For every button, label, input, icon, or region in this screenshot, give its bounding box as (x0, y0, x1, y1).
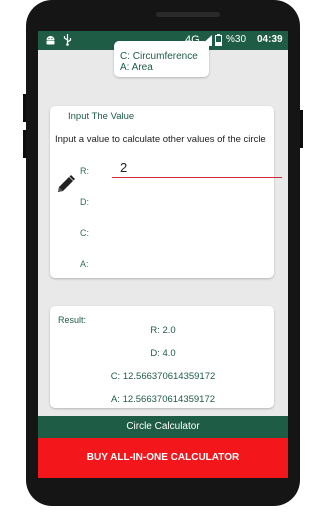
earpiece-speaker (156, 12, 220, 17)
area-input[interactable] (112, 251, 282, 271)
diameter-label: D: (80, 197, 89, 207)
diameter-input[interactable] (112, 189, 282, 209)
volume-down-button (23, 130, 26, 158)
result-radius: R: 2.0 (150, 325, 176, 336)
result-area: A: 12.566370614359172 (110, 394, 216, 405)
volume-up-button (23, 94, 26, 122)
pencil-icon[interactable] (56, 174, 76, 199)
radius-input[interactable]: 2 (112, 158, 282, 178)
power-button (300, 110, 303, 148)
radius-label: R: (80, 166, 89, 176)
legend-circumference: C: Circumference (120, 51, 198, 62)
area-label: A: (80, 259, 89, 269)
battery-percent: %30 (226, 34, 247, 45)
legend-area: A: Area (120, 62, 153, 73)
circumference-input[interactable] (112, 220, 282, 240)
result-circumference: C: 12.566370614359172 (110, 371, 216, 382)
result-title: Result: (58, 315, 87, 325)
input-card: Input The Value Input a value to calcula… (50, 106, 282, 278)
input-instruction: Input a value to calculate other values … (55, 134, 266, 145)
input-section-title: Input The Value (68, 111, 135, 122)
app-screen: 4G %30 04:39 C: Circumference A: Area In… (38, 31, 288, 478)
circle-calculator-button[interactable]: Circle Calculator (38, 416, 288, 438)
result-diameter: D: 4.0 (150, 348, 176, 359)
clock: 04:39 (257, 34, 283, 45)
radius-value: 2 (120, 160, 128, 175)
android-icon (45, 34, 56, 49)
circumference-label: C: (80, 228, 89, 238)
battery-icon (215, 34, 222, 49)
buy-all-in-one-button[interactable]: BUY ALL-IN-ONE CALCULATOR (38, 438, 288, 478)
usb-icon (63, 34, 72, 49)
legend-card: C: Circumference A: Area (114, 41, 209, 77)
